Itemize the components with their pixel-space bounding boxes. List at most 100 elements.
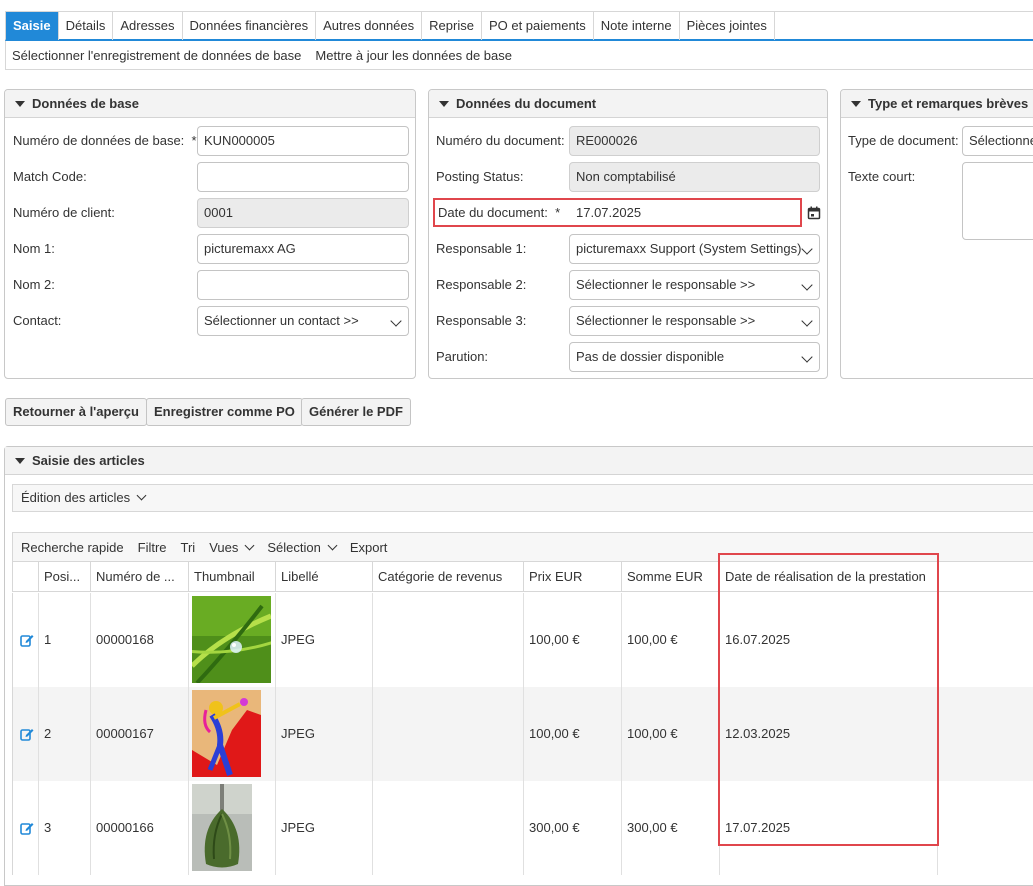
name1-field[interactable]: picturemaxx AG <box>197 234 409 264</box>
resp1-select[interactable]: picturemaxx Support (System Settings) <box>569 234 820 264</box>
chevron-down-icon <box>390 315 402 327</box>
price-cell: 300,00 € <box>524 781 622 875</box>
tab-donnees-financieres[interactable]: Données financières <box>183 12 317 40</box>
column-header-revenue-category[interactable]: Catégorie de revenus <box>373 562 524 592</box>
panel-title: Type et remarques brèves <box>868 96 1029 111</box>
tab-adresses[interactable]: Adresses <box>113 12 183 40</box>
number-cell: 00000168 <box>91 593 189 687</box>
tab-po-paiements[interactable]: PO et paiements <box>482 12 594 40</box>
save-as-po-button[interactable]: Enregistrer comme PO <box>146 398 303 426</box>
chevron-down-icon <box>801 351 813 363</box>
number-cell: 00000167 <box>91 687 189 781</box>
short-text-area[interactable] <box>962 162 1033 240</box>
views-menu[interactable]: Vues <box>209 540 255 555</box>
thumbnail-cell <box>189 593 276 687</box>
edit-icon[interactable] <box>20 633 34 647</box>
price-cell: 100,00 € <box>524 687 622 781</box>
label-cell: JPEG <box>276 593 373 687</box>
chevron-down-icon <box>801 243 813 255</box>
column-header-edit <box>13 562 39 592</box>
resp2-label: Responsable 2: <box>436 277 527 292</box>
chevron-down-icon <box>801 279 813 291</box>
service-date-highlight-box <box>718 553 939 846</box>
position-cell: 3 <box>39 781 91 875</box>
generate-pdf-button[interactable]: Générer le PDF <box>301 398 411 426</box>
tab-details[interactable]: Détails <box>59 12 114 40</box>
parution-select[interactable]: Pas de dossier disponible <box>569 342 820 372</box>
parution-label: Parution: <box>436 349 489 364</box>
resp3-label: Responsable 3: <box>436 313 527 328</box>
illustration-thumbnail-image[interactable] <box>192 690 261 777</box>
doc-type-label: Type de document: <box>848 133 959 148</box>
tab-reprise[interactable]: Reprise <box>422 12 482 40</box>
sum-cell: 300,00 € <box>622 781 720 875</box>
label-cell: JPEG <box>276 687 373 781</box>
match-code-label: Match Code: <box>13 169 87 184</box>
name2-label: Nom 2: <box>13 277 55 292</box>
back-to-overview-button[interactable]: Retourner à l'aperçu <box>5 398 147 426</box>
collapse-triangle-icon <box>15 458 25 464</box>
edit-icon[interactable] <box>20 821 34 835</box>
tab-note-interne[interactable]: Note interne <box>594 12 680 40</box>
chevron-down-icon <box>327 540 338 550</box>
tab-autres-donnees[interactable]: Autres données <box>316 12 423 40</box>
posting-status-field: Non comptabilisé <box>569 162 820 192</box>
column-header-thumbnail[interactable]: Thumbnail <box>189 562 276 592</box>
doc-number-label: Numéro du document: <box>436 133 565 148</box>
resp1-label: Responsable 1: <box>436 241 527 256</box>
contact-label: Contact: <box>13 313 62 328</box>
collapse-triangle-icon <box>439 101 449 107</box>
panel-title: Saisie des articles <box>32 453 145 468</box>
tab-saisie[interactable]: Saisie <box>6 12 59 40</box>
edit-cell <box>13 593 39 687</box>
column-header-position[interactable]: Posi... <box>39 562 91 592</box>
type-remarks-header[interactable]: Type et remarques brèves <box>841 90 1033 118</box>
selection-menu[interactable]: Sélection <box>267 540 338 555</box>
grass-thumbnail-image[interactable] <box>192 596 271 683</box>
sort-button[interactable]: Tri <box>181 540 196 555</box>
date-highlight-box <box>433 198 802 227</box>
update-base-data-link[interactable]: Mettre à jour les données de base <box>315 48 512 63</box>
calendar-icon[interactable] <box>807 206 821 220</box>
base-number-field[interactable]: KUN000005 <box>197 126 409 156</box>
article-edition-toggle[interactable]: Édition des articles <box>12 484 1033 512</box>
category-cell <box>373 781 524 875</box>
column-header-label[interactable]: Libellé <box>276 562 373 592</box>
resp2-select[interactable]: Sélectionner le responsable >> <box>569 270 820 300</box>
edit-cell <box>13 687 39 781</box>
tab-bar: Saisie Détails Adresses Données financiè… <box>5 11 1033 41</box>
sum-cell: 100,00 € <box>622 593 720 687</box>
edit-icon[interactable] <box>20 727 34 741</box>
plant-thumbnail-image[interactable] <box>192 784 252 871</box>
quick-search-button[interactable]: Recherche rapide <box>21 540 124 555</box>
filter-button[interactable]: Filtre <box>138 540 167 555</box>
column-header-price[interactable]: Prix EUR <box>524 562 622 592</box>
collapse-triangle-icon <box>15 101 25 107</box>
posting-status-label: Posting Status: <box>436 169 524 184</box>
number-cell: 00000166 <box>91 781 189 875</box>
match-code-field[interactable] <box>197 162 409 192</box>
name1-label: Nom 1: <box>13 241 55 256</box>
name2-field[interactable] <box>197 270 409 300</box>
contact-select[interactable]: Sélectionner un contact >> <box>197 306 409 336</box>
client-number-field: 0001 <box>197 198 409 228</box>
select-base-record-link[interactable]: Sélectionner l'enregistrement de données… <box>12 48 301 63</box>
column-header-sum[interactable]: Somme EUR <box>622 562 720 592</box>
resp3-select[interactable]: Sélectionner le responsable >> <box>569 306 820 336</box>
doc-type-select[interactable]: Sélectionner <box>962 126 1033 156</box>
type-remarks-panel: Type et remarques brèves Type de documen… <box>840 89 1033 379</box>
tab-pieces-jointes[interactable]: Pièces jointes <box>680 12 775 40</box>
position-cell: 1 <box>39 593 91 687</box>
label-cell: JPEG <box>276 781 373 875</box>
chevron-down-icon <box>136 490 147 501</box>
document-data-panel: Données du document Numéro du document: … <box>428 89 828 379</box>
thumbnail-cell <box>189 687 276 781</box>
document-data-header[interactable]: Données du document <box>429 90 827 118</box>
doc-number-field: RE000026 <box>569 126 820 156</box>
sub-navigation: Sélectionner l'enregistrement de données… <box>5 41 1033 70</box>
position-cell: 2 <box>39 687 91 781</box>
articles-header[interactable]: Saisie des articles <box>5 447 1033 475</box>
column-header-number[interactable]: Numéro de ... <box>91 562 189 592</box>
base-data-header[interactable]: Données de base <box>5 90 415 118</box>
export-button[interactable]: Export <box>350 540 388 555</box>
